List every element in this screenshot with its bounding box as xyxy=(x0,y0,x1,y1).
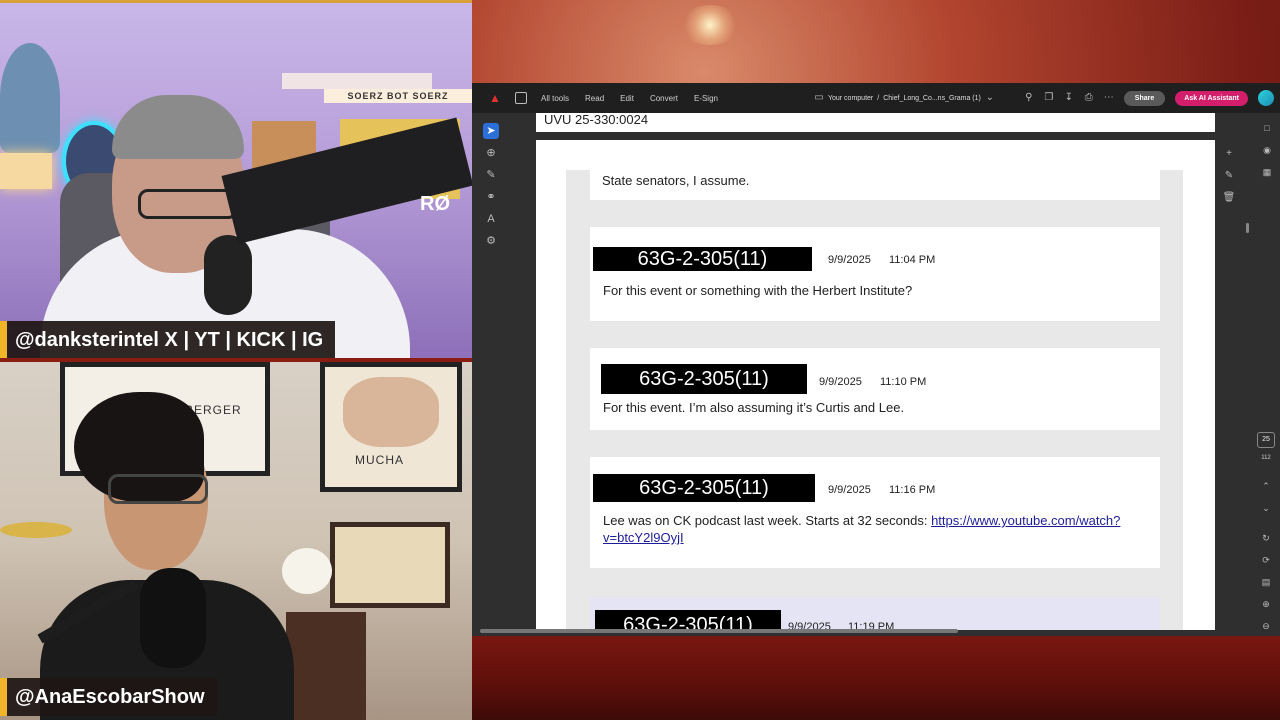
guest-glasses xyxy=(108,474,208,504)
message-date: 9/9/2025 xyxy=(828,484,871,496)
background-light-glow xyxy=(680,5,740,45)
flower-vase-decor xyxy=(282,548,332,594)
refresh-icon[interactable]: ⟳ xyxy=(1258,549,1274,571)
acrobat-logo-icon[interactable]: ▲ xyxy=(489,92,501,104)
host-name-bar: @danksterintel X | YT | KICK | IG xyxy=(0,321,336,359)
page-total: 112 xyxy=(1261,455,1271,461)
copy-icon[interactable]: ❐ xyxy=(1044,93,1054,103)
zoom-out-icon[interactable]: ⊖ xyxy=(1258,615,1274,637)
mic-brand-text: RØ xyxy=(420,193,450,215)
right-rail: □ ◉ ▦ xyxy=(1256,117,1278,183)
menu-convert[interactable]: Convert xyxy=(650,94,678,103)
message-text: For this event. I’m also assuming it’s C… xyxy=(603,400,905,415)
menu-e-sign[interactable]: E-Sign xyxy=(694,94,718,103)
lamp-shade-decor xyxy=(0,522,72,538)
message-text: State senators, I assume. xyxy=(602,173,750,188)
redacted-sender: 63G-2-305(11) xyxy=(593,247,812,271)
computer-icon: ▭ xyxy=(814,92,824,103)
menu-all-tools[interactable]: All tools xyxy=(541,94,569,103)
guest-name-bar: @AnaEscobarShow xyxy=(0,678,217,716)
guest-microphone xyxy=(140,568,206,668)
message-bubble: State senators, I assume. xyxy=(590,170,1160,200)
side-table xyxy=(286,612,366,720)
redacted-sender: 63G-2-305(11) xyxy=(595,610,781,630)
message-bubble: 63G-2-305(11) 9/9/2025 11:10 PM For this… xyxy=(590,348,1160,430)
host-hair xyxy=(112,95,244,159)
host-camera-feed: SOERZ BOT SOERZ RØ xyxy=(0,0,472,360)
toolbar-menu: All tools Read Edit Convert E-Sign xyxy=(541,94,718,103)
message-time: 11:16 PM xyxy=(889,484,936,496)
chevron-down-icon[interactable]: ⌄ xyxy=(1258,497,1274,519)
zoom-icon[interactable]: ⊕ xyxy=(483,145,499,161)
save-icon[interactable]: ▤ xyxy=(1258,571,1274,593)
poster-text-right: MUCHA xyxy=(355,453,404,467)
add-icon[interactable]: + xyxy=(1220,145,1238,167)
shelf-sign xyxy=(282,73,432,89)
message-bubble: 63G-2-305(11) 9/9/2025 11:16 PM Lee was … xyxy=(590,457,1160,568)
file-location[interactable]: ▭ Your computer / Chief_Long_Co...ns_Gra… xyxy=(814,93,995,103)
lamp-decor xyxy=(0,153,52,189)
stamp-icon[interactable]: ⚙ xyxy=(483,233,499,249)
comment-toolbar: + ✎ 🗑 xyxy=(1220,145,1238,211)
toolbar-right-actions: ⚲ ❐ ↧ ⎙ ⋯ Share Ask AI Assistant xyxy=(1024,90,1280,106)
chevron-up-icon[interactable]: ⌃ xyxy=(1258,475,1274,497)
host-microphone xyxy=(204,235,252,315)
message-time: 11:04 PM xyxy=(889,254,936,266)
search-icon[interactable]: ⚲ xyxy=(1024,93,1034,103)
guest-camera-feed: BERGER MUCHA xyxy=(0,362,472,720)
redacted-sender: 63G-2-305(11) xyxy=(601,364,807,394)
page-number-indicator[interactable]: 25 xyxy=(1257,432,1275,448)
host-glasses xyxy=(138,189,238,219)
vertical-scrollbar[interactable] xyxy=(1246,223,1249,233)
message-bubble: 63G-2-305(11) 9/9/2025 11:04 PM For this… xyxy=(590,227,1160,321)
pdf-toolbar: ▲ All tools Read Edit Convert E-Sign ▭ Y… xyxy=(472,83,1280,113)
more-icon[interactable]: ⋯ xyxy=(1104,93,1114,103)
message-body: Lee was on CK podcast last week. Starts … xyxy=(603,513,932,528)
globe-decor xyxy=(0,43,60,153)
ask-ai-assistant-button[interactable]: Ask AI Assistant xyxy=(1175,90,1248,106)
message-text: For this event or something with the Her… xyxy=(603,283,913,298)
message-bubble: 63G-2-305(11) 9/9/2025 11:19 PM xyxy=(590,597,1160,630)
lasso-icon[interactable]: ⚭ xyxy=(483,189,499,205)
menu-edit[interactable]: Edit xyxy=(620,94,634,103)
message-date: 9/9/2025 xyxy=(819,376,862,388)
path-separator: / xyxy=(877,94,880,102)
chat-transcript: State senators, I assume. 63G-2-305(11) … xyxy=(566,170,1183,630)
text-box-icon[interactable]: A xyxy=(483,211,499,227)
zoom-in-icon[interactable]: ⊕ xyxy=(1258,593,1274,615)
wall-sign: SOERZ BOT SOERZ xyxy=(324,89,472,103)
poster-frame-right: MUCHA xyxy=(320,362,462,492)
avatar[interactable] xyxy=(1258,90,1274,106)
message-time: 11:10 PM xyxy=(880,376,927,388)
horizontal-scrollbar[interactable] xyxy=(480,629,958,633)
print-icon[interactable]: ⎙ xyxy=(1084,93,1094,103)
pen-icon[interactable]: ✎ xyxy=(1220,167,1238,189)
pencil-icon[interactable]: ✎ xyxy=(483,167,499,183)
message-text: Lee was on CK podcast last week. Starts … xyxy=(603,512,1138,546)
grid-icon[interactable]: ▦ xyxy=(1256,161,1278,183)
download-icon[interactable]: ↧ xyxy=(1064,93,1074,103)
pdf-page: State senators, I assume. 63G-2-305(11) … xyxy=(536,140,1215,630)
hand-tool-icon[interactable] xyxy=(515,92,527,104)
message-date: 9/9/2025 xyxy=(828,254,871,266)
chevron-down-icon: ⌄ xyxy=(985,92,995,103)
redacted-sender: 63G-2-305(11) xyxy=(593,474,815,502)
page-nav-tools: ⌃ ⌄ ↻ ⟳ ▤ ⊕ ⊖ xyxy=(1258,475,1274,637)
comment-icon[interactable]: □ xyxy=(1256,117,1278,139)
rotate-icon[interactable]: ↻ xyxy=(1258,527,1274,549)
left-toolbar: ➤ ⊕ ✎ ⚭ A ⚙ xyxy=(480,123,504,255)
background-bottom xyxy=(472,636,1280,720)
menu-read[interactable]: Read xyxy=(585,94,604,103)
organize-icon[interactable]: ◉ xyxy=(1256,139,1278,161)
pdf-viewer-window: ▲ All tools Read Edit Convert E-Sign ▭ Y… xyxy=(472,83,1280,636)
egyptian-art-frame xyxy=(330,522,450,608)
poster-art xyxy=(343,377,439,447)
page-header: UVU 25-330:0024 xyxy=(536,113,1215,132)
file-name: Chief_Long_Co...ns_Grama (1) xyxy=(883,94,981,102)
share-button[interactable]: Share xyxy=(1123,90,1166,106)
location-label: Your computer xyxy=(827,94,874,102)
delete-icon[interactable]: 🗑 xyxy=(1220,189,1238,211)
select-cursor-icon[interactable]: ➤ xyxy=(483,123,499,139)
